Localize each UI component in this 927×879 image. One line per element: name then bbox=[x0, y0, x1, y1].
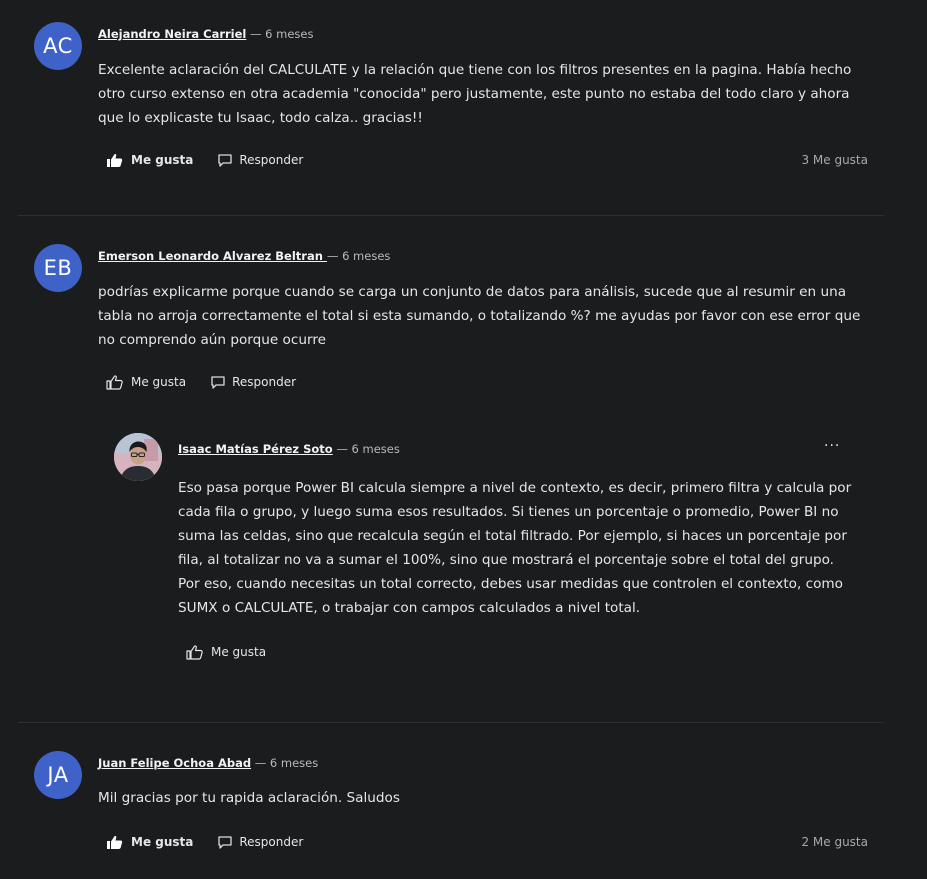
comment-meta: Alejandro Neira Carriel — 6 meses bbox=[98, 27, 314, 41]
comments-page: AC Alejandro Neira Carriel — 6 meses Exc… bbox=[0, 0, 927, 879]
reply-text: Eso pasa porque Power BI calcula siempre… bbox=[178, 480, 852, 616]
like-label: Me gusta bbox=[211, 645, 267, 659]
reply-label: Responder bbox=[239, 153, 304, 167]
comment-bubble-icon bbox=[218, 835, 233, 849]
comment-text: Mil gracias por tu rapida aclaración. Sa… bbox=[98, 790, 400, 806]
avatar: EB bbox=[34, 244, 82, 292]
likes-count: 2 Me gusta bbox=[801, 835, 868, 849]
user-photo-avatar bbox=[114, 433, 162, 481]
divider bbox=[18, 215, 884, 216]
avatar: AC bbox=[34, 22, 82, 70]
more-options-button[interactable]: ··· bbox=[824, 438, 840, 454]
comment-time: — 6 meses bbox=[254, 756, 319, 770]
comment-time: — 6 meses bbox=[336, 442, 400, 456]
thumbs-up-filled-icon bbox=[106, 835, 123, 850]
comment-time: — 6 meses bbox=[326, 249, 391, 263]
author-link[interactable]: Isaac Matías Pérez Soto bbox=[178, 442, 333, 456]
comment-actions: Me gusta Responder bbox=[106, 832, 303, 852]
comment-text: podrías explicarme porque cuando se carg… bbox=[98, 284, 861, 348]
reply-label: Responder bbox=[232, 375, 297, 389]
comment-bubble-icon bbox=[218, 153, 233, 167]
author-link[interactable]: Juan Felipe Ochoa Abad bbox=[98, 756, 251, 770]
comment-bubble-icon bbox=[211, 375, 225, 389]
like-label: Me gusta bbox=[131, 153, 194, 167]
comment-text: Excelente aclaración del CALCULATE y la … bbox=[98, 62, 852, 126]
reply-button[interactable]: Responder bbox=[211, 375, 296, 389]
comment-meta: Emerson Leonardo Alvarez Beltran — 6 mes… bbox=[98, 249, 390, 263]
avatar: JA bbox=[34, 751, 82, 799]
reply-meta: Isaac Matías Pérez Soto — 6 meses bbox=[178, 442, 400, 456]
like-button[interactable]: Me gusta bbox=[186, 644, 267, 660]
like-label: Me gusta bbox=[131, 835, 194, 849]
reply-actions: Me gusta bbox=[186, 642, 266, 662]
like-label: Me gusta bbox=[131, 375, 187, 389]
thumbs-up-outline-icon bbox=[106, 374, 123, 390]
like-button[interactable]: Me gusta bbox=[106, 835, 193, 850]
divider bbox=[18, 722, 884, 723]
comment-actions: Me gusta Responder bbox=[106, 150, 303, 170]
likes-count: 3 Me gusta bbox=[801, 153, 868, 167]
thumbs-up-filled-icon bbox=[106, 153, 123, 168]
reply-button[interactable]: Responder bbox=[218, 153, 303, 167]
comment-meta: Juan Felipe Ochoa Abad — 6 meses bbox=[98, 756, 318, 770]
author-link[interactable]: Emerson Leonardo Alvarez Beltran bbox=[98, 249, 327, 263]
author-link[interactable]: Alejandro Neira Carriel bbox=[98, 27, 246, 41]
thumbs-up-outline-icon bbox=[186, 644, 203, 660]
reply-button[interactable]: Responder bbox=[218, 835, 303, 849]
comment-time: — 6 meses bbox=[250, 27, 314, 41]
reply-label: Responder bbox=[239, 835, 304, 849]
like-button[interactable]: Me gusta bbox=[106, 153, 193, 168]
like-button[interactable]: Me gusta bbox=[106, 374, 187, 390]
comment-actions: Me gusta Responder bbox=[106, 372, 296, 392]
